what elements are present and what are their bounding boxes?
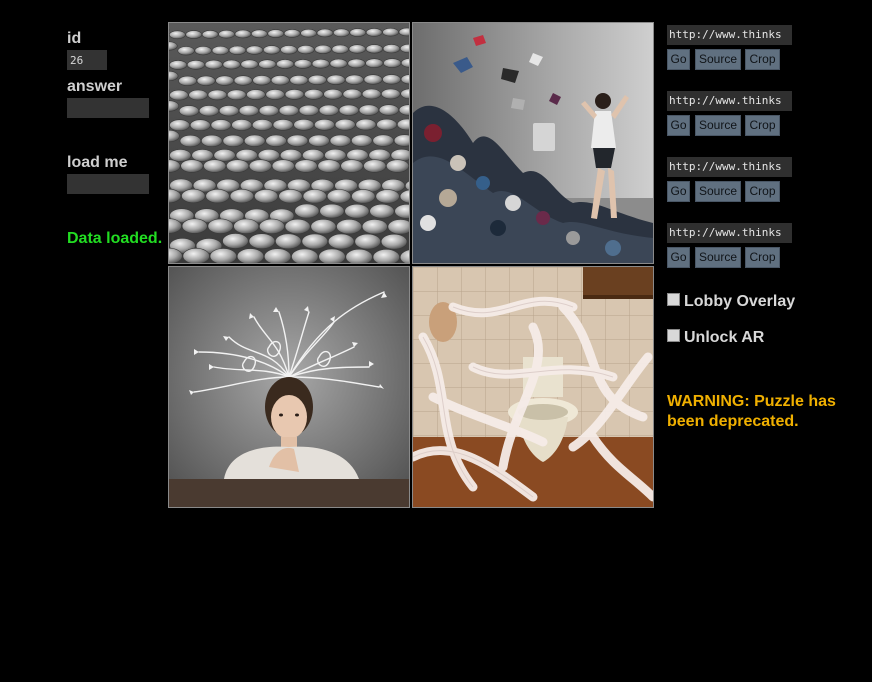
lobby-overlay-checkbox[interactable]: [667, 293, 680, 307]
crop-button-4[interactable]: Crop: [745, 247, 780, 268]
laundry-image: [413, 23, 653, 263]
lobby-overlay-option[interactable]: Lobby Overlay: [667, 293, 795, 311]
go-button-3[interactable]: Go: [667, 181, 690, 202]
page: id answer load me Data loaded.: [0, 0, 872, 682]
source-button-3[interactable]: Source: [695, 181, 741, 202]
answer-field[interactable]: [67, 98, 149, 118]
lobby-overlay-label: Lobby Overlay: [684, 293, 796, 310]
image-grid: [168, 22, 655, 509]
source-button-1[interactable]: Source: [695, 49, 741, 70]
go-button-4[interactable]: Go: [667, 247, 690, 268]
toilet-paper-image: [413, 267, 653, 507]
image-tile-woman-thinking[interactable]: [168, 266, 410, 508]
status-message: Data loaded.: [67, 230, 163, 247]
crop-button-1[interactable]: Crop: [745, 49, 780, 70]
unlock-ar-label: Unlock AR: [684, 329, 765, 346]
unlock-ar-option[interactable]: Unlock AR: [667, 329, 764, 347]
id-label: id: [67, 30, 82, 47]
load-me-field[interactable]: [67, 174, 149, 194]
right-panel: http://www.thinks Go Source Crop http://…: [667, 0, 872, 682]
source-button-4[interactable]: Source: [695, 247, 741, 268]
load-me-label: load me: [67, 154, 128, 171]
url-field-1[interactable]: http://www.thinks: [667, 25, 792, 45]
go-button-1[interactable]: Go: [667, 49, 690, 70]
answer-label: answer: [67, 78, 123, 95]
url-field-3[interactable]: http://www.thinks: [667, 157, 792, 177]
deprecation-warning: WARNING: Puzzle has been deprecated.: [667, 393, 836, 430]
image-tile-laundry[interactable]: [412, 22, 654, 264]
coins-image: [169, 23, 409, 263]
crop-button-3[interactable]: Crop: [745, 181, 780, 202]
url-field-2[interactable]: http://www.thinks: [667, 91, 792, 111]
woman-thinking-image: [169, 267, 409, 507]
image-tile-coins[interactable]: [168, 22, 410, 264]
url-field-4[interactable]: http://www.thinks: [667, 223, 792, 243]
unlock-ar-checkbox[interactable]: [667, 329, 680, 343]
go-button-2[interactable]: Go: [667, 115, 690, 136]
id-field[interactable]: [67, 50, 107, 70]
crop-button-2[interactable]: Crop: [745, 115, 780, 136]
source-button-2[interactable]: Source: [695, 115, 741, 136]
image-tile-toilet-paper[interactable]: [412, 266, 654, 508]
